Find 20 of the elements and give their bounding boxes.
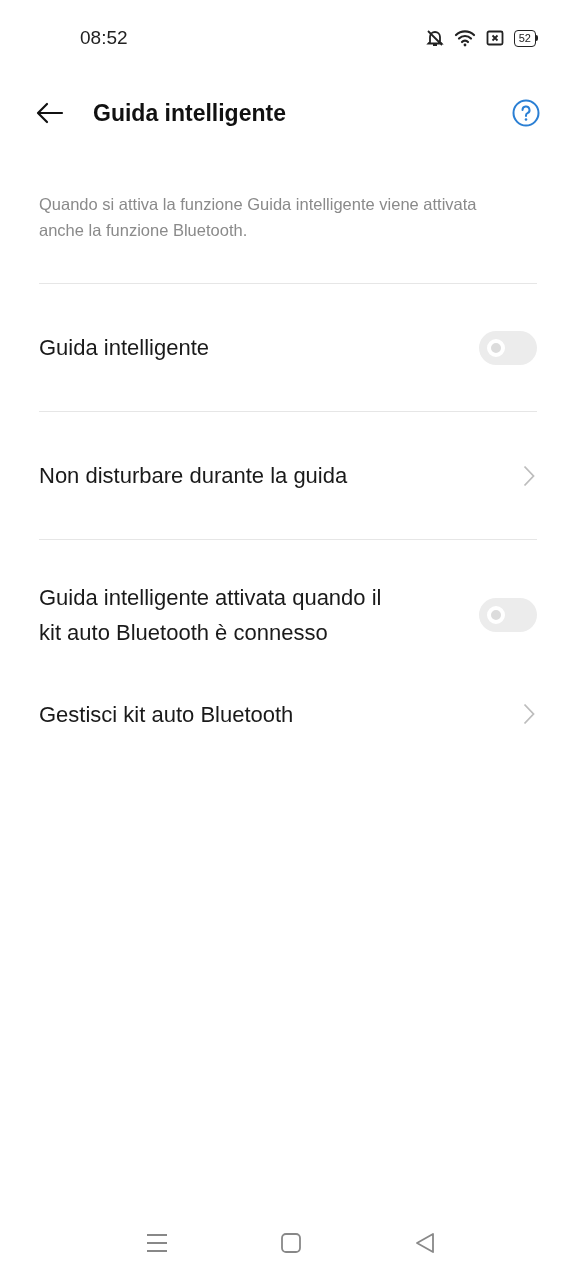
setting-label: Guida intelligente	[39, 334, 209, 362]
wifi-icon	[453, 29, 476, 47]
page-title: Guida intelligente	[93, 98, 287, 128]
sim-x-icon	[485, 30, 504, 46]
description-text: Quando si attiva la funzione Guida intelligente viene attivata anche la funzione Bluetooth.	[39, 191, 537, 284]
help-icon[interactable]	[512, 99, 540, 127]
setting-label: Guida intelligente attivata quando il kit auto Bluetooth è connesso	[39, 584, 383, 647]
setting-label: Non disturbare durante la guida	[39, 462, 348, 490]
back-arrow-icon[interactable]	[36, 102, 64, 124]
setting-label: Gestisci kit auto Bluetooth	[39, 700, 294, 729]
chevron-right-icon	[523, 464, 535, 487]
chevron-right-icon	[523, 703, 535, 725]
battery-level: 52	[513, 29, 536, 47]
bell-off-icon	[425, 29, 444, 47]
home-icon[interactable]	[280, 1232, 302, 1254]
menu-icon[interactable]	[146, 1232, 168, 1254]
status-time: 08:52	[80, 25, 128, 50]
back-icon[interactable]	[414, 1232, 436, 1254]
toggle-switch[interactable]	[479, 330, 537, 365]
toggle-switch[interactable]	[479, 598, 537, 632]
